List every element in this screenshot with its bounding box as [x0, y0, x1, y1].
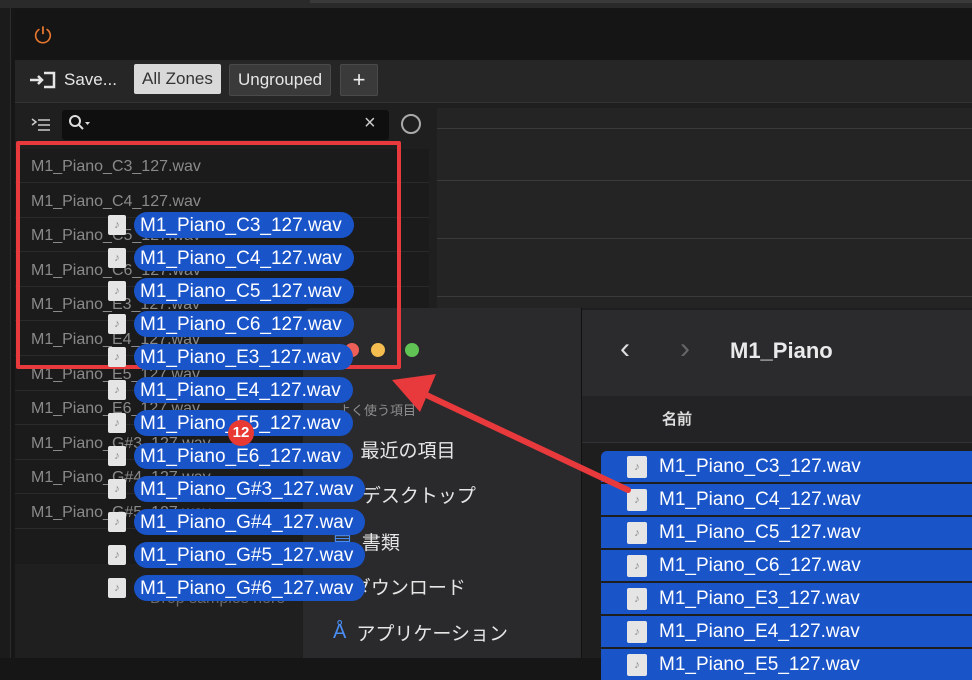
drag-arrow: [392, 374, 631, 493]
arrow-shaft: [417, 389, 631, 493]
arrow-head: [392, 374, 436, 412]
